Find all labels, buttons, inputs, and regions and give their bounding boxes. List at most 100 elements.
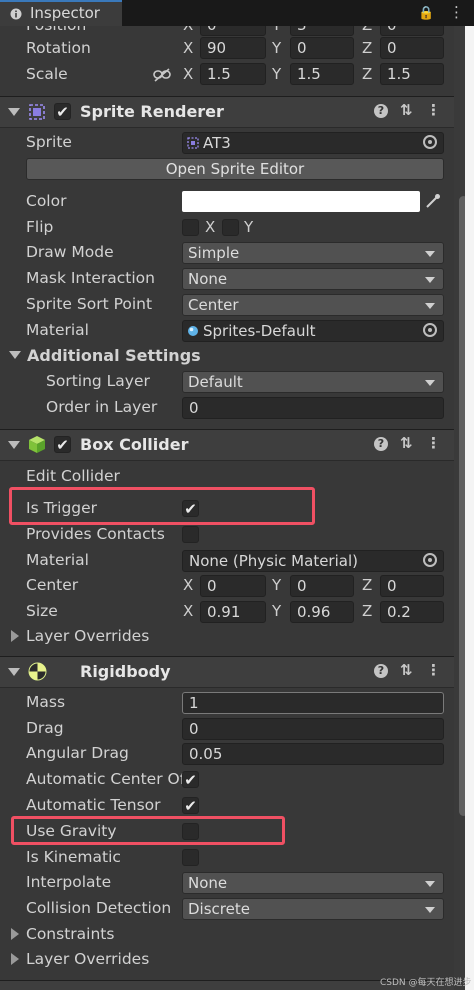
sprite-value: AT3 xyxy=(203,134,231,152)
is-trigger-highlight xyxy=(9,487,315,525)
angular-drag-field[interactable]: 0.05 xyxy=(182,743,444,765)
presets-icon[interactable]: ⇅ xyxy=(400,101,413,119)
component-menu-icon[interactable]: ⋮ xyxy=(426,661,441,679)
is-kinematic-checkbox[interactable] xyxy=(182,849,199,866)
object-picker-icon[interactable] xyxy=(423,323,437,337)
interpolate-dropdown[interactable]: None xyxy=(182,872,444,894)
center-y-field[interactable]: 0 xyxy=(290,575,354,597)
scale-x-field[interactable]: 1.5 xyxy=(200,63,266,85)
link-icon[interactable] xyxy=(153,68,171,82)
layer-overrides-foldout-icon[interactable] xyxy=(11,630,19,642)
automatic-center-of-mass-label: Automatic Center Of xyxy=(26,770,186,788)
foldout-arrow-icon[interactable] xyxy=(8,441,20,449)
collider-material-label: Material xyxy=(26,551,89,569)
position-y-label: Y xyxy=(272,26,281,34)
rotation-x-field[interactable]: 90 xyxy=(200,37,266,59)
rotation-z-field[interactable]: 0 xyxy=(380,37,444,59)
box-collider-enabled-checkbox[interactable]: ✔ xyxy=(54,436,71,454)
help-icon[interactable]: ? xyxy=(374,664,388,678)
presets-icon[interactable]: ⇅ xyxy=(400,434,413,452)
size-y-field[interactable]: 0.96 xyxy=(290,601,354,623)
scale-x-label: X xyxy=(183,65,194,83)
eyedropper-icon[interactable] xyxy=(424,192,442,210)
rigidbody-icon xyxy=(28,662,47,681)
foldout-arrow-icon[interactable] xyxy=(8,108,20,116)
mask-interaction-label: Mask Interaction xyxy=(26,269,155,287)
sprite-label: Sprite xyxy=(26,133,72,151)
provides-contacts-checkbox[interactable] xyxy=(182,526,199,543)
rigidbody-layer-overrides-label[interactable]: Layer Overrides xyxy=(26,950,149,968)
component-menu-icon[interactable]: ⋮ xyxy=(426,434,441,452)
center-label: Center xyxy=(26,576,79,594)
chevron-down-icon xyxy=(425,380,435,386)
draw-mode-label: Draw Mode xyxy=(26,243,114,261)
watermark: CSDN @每天在想进步 xyxy=(380,978,472,988)
object-picker-icon[interactable] xyxy=(423,135,437,149)
lock-icon[interactable]: 🔒 xyxy=(418,6,434,21)
position-z-field[interactable]: 0 xyxy=(380,26,444,36)
position-x-field[interactable]: 0 xyxy=(200,26,266,36)
tab-tools: 🔒 ⋮ xyxy=(418,3,464,21)
edit-collider-label[interactable]: Edit Collider xyxy=(26,467,120,485)
sprite-renderer-enabled-checkbox[interactable]: ✔ xyxy=(54,103,71,121)
center-x-label: X xyxy=(183,576,194,594)
mask-interaction-dropdown[interactable]: None xyxy=(182,268,444,290)
order-in-layer-label: Order in Layer xyxy=(46,398,158,416)
help-icon[interactable]: ? xyxy=(374,104,388,118)
scale-z-field[interactable]: 1.5 xyxy=(380,63,444,85)
inspector-tab[interactable]: Inspector xyxy=(0,0,122,26)
tab-title: Inspector xyxy=(30,4,100,22)
sprite-field[interactable]: AT3 xyxy=(182,132,444,154)
draw-mode-dropdown[interactable]: Simple xyxy=(182,242,444,264)
sprite-renderer-header[interactable]: ✔ Sprite Renderer ? ⇅ ⋮ xyxy=(0,96,454,128)
rotation-y-field[interactable]: 0 xyxy=(290,37,354,59)
constraints-label[interactable]: Constraints xyxy=(26,925,114,943)
center-x-field[interactable]: 0 xyxy=(200,575,266,597)
mass-field[interactable]: 1 xyxy=(182,692,444,714)
collider-layer-overrides-label[interactable]: Layer Overrides xyxy=(26,627,149,645)
rotation-x-label: X xyxy=(183,39,194,57)
additional-settings-title[interactable]: Additional Settings xyxy=(27,346,201,365)
presets-icon[interactable]: ⇅ xyxy=(400,661,413,679)
is-kinematic-label: Is Kinematic xyxy=(26,848,121,866)
object-picker-icon[interactable] xyxy=(423,553,437,567)
size-z-field[interactable]: 0.2 xyxy=(380,601,444,623)
flip-x-label: X xyxy=(205,218,216,236)
sprite-renderer-title: Sprite Renderer xyxy=(80,102,224,121)
size-x-field[interactable]: 0.91 xyxy=(200,601,266,623)
component-menu-icon[interactable]: ⋮ xyxy=(426,101,441,119)
use-gravity-highlight xyxy=(11,816,285,845)
drag-field[interactable]: 0 xyxy=(182,718,444,740)
constraints-foldout-icon[interactable] xyxy=(11,928,19,940)
center-z-field[interactable]: 0 xyxy=(380,575,444,597)
color-label: Color xyxy=(26,192,67,210)
scale-y-field[interactable]: 1.5 xyxy=(290,63,354,85)
box-collider-header[interactable]: ✔ Box Collider ? ⇅ ⋮ xyxy=(0,429,454,461)
open-sprite-editor-button[interactable]: Open Sprite Editor xyxy=(26,158,444,180)
additional-settings-foldout-icon[interactable] xyxy=(9,351,21,359)
order-in-layer-field[interactable]: 0 xyxy=(182,397,444,419)
flip-x-checkbox[interactable] xyxy=(182,219,199,236)
draw-mode-value: Simple xyxy=(188,244,240,262)
layer-overrides-foldout-icon[interactable] xyxy=(11,953,19,965)
collider-material-field[interactable]: None (Physic Material) xyxy=(182,550,444,572)
automatic-tensor-checkbox[interactable]: ✔ xyxy=(182,797,199,815)
size-y-label: Y xyxy=(272,602,282,620)
flip-y-checkbox[interactable] xyxy=(222,219,239,236)
collision-detection-dropdown[interactable]: Discrete xyxy=(182,898,444,920)
window-edge xyxy=(465,26,474,990)
automatic-center-of-mass-checkbox[interactable]: ✔ xyxy=(182,771,199,789)
inspector-content: Position X 0 Y 3 Z 0 Rotation X 90 Y 0 Z… xyxy=(0,26,454,990)
position-y-field[interactable]: 3 xyxy=(290,26,354,36)
box-collider-title: Box Collider xyxy=(80,435,189,454)
foldout-arrow-icon[interactable] xyxy=(8,668,20,676)
color-swatch[interactable] xyxy=(182,191,420,212)
rigidbody-header[interactable]: Rigidbody ? ⇅ ⋮ xyxy=(0,656,454,688)
size-x-label: X xyxy=(183,602,194,620)
sorting-layer-dropdown[interactable]: Default xyxy=(182,371,444,393)
material-field[interactable]: Sprites-Default xyxy=(182,320,444,342)
kebab-menu-icon[interactable]: ⋮ xyxy=(449,3,464,21)
help-icon[interactable]: ? xyxy=(374,437,388,451)
rotation-label: Rotation xyxy=(26,39,91,57)
sprite-sort-point-dropdown[interactable]: Center xyxy=(182,294,444,316)
